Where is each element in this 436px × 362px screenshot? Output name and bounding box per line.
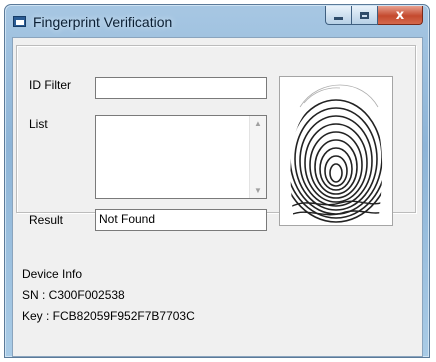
device-serial-number: SN : C300F002538	[22, 288, 125, 302]
maximize-icon	[360, 11, 369, 19]
minimize-icon	[334, 16, 343, 20]
client-area: ID Filter List ▲ ▼ Result Not Found Devi…	[12, 37, 423, 357]
minimize-button[interactable]	[325, 6, 352, 25]
device-info-heading: Device Info	[22, 267, 83, 281]
id-filter-input[interactable]	[95, 77, 267, 99]
app-icon	[13, 16, 26, 27]
scroll-up-icon[interactable]: ▲	[250, 119, 266, 128]
caption-buttons: x	[325, 6, 423, 26]
result-label: Result	[29, 213, 64, 227]
close-button[interactable]: x	[378, 6, 423, 25]
listbox-scrollbar[interactable]: ▲ ▼	[249, 116, 266, 198]
title-bar[interactable]: Fingerprint Verification x	[5, 5, 429, 37]
fingerprint-image	[279, 76, 393, 226]
maximize-button[interactable]	[352, 6, 378, 25]
list-label: List	[29, 117, 48, 131]
close-icon: x	[395, 7, 405, 23]
window-title: Fingerprint Verification	[33, 14, 173, 30]
device-key: Key : FCB82059F952F7B7703C	[22, 309, 195, 323]
app-window: Fingerprint Verification x ID Filter Lis…	[4, 4, 430, 358]
id-filter-label: ID Filter	[29, 78, 71, 92]
scroll-down-icon[interactable]: ▼	[250, 186, 266, 195]
fingerprint-icon	[290, 84, 383, 223]
result-field: Not Found	[95, 209, 267, 231]
id-listbox[interactable]: ▲ ▼	[95, 115, 267, 199]
